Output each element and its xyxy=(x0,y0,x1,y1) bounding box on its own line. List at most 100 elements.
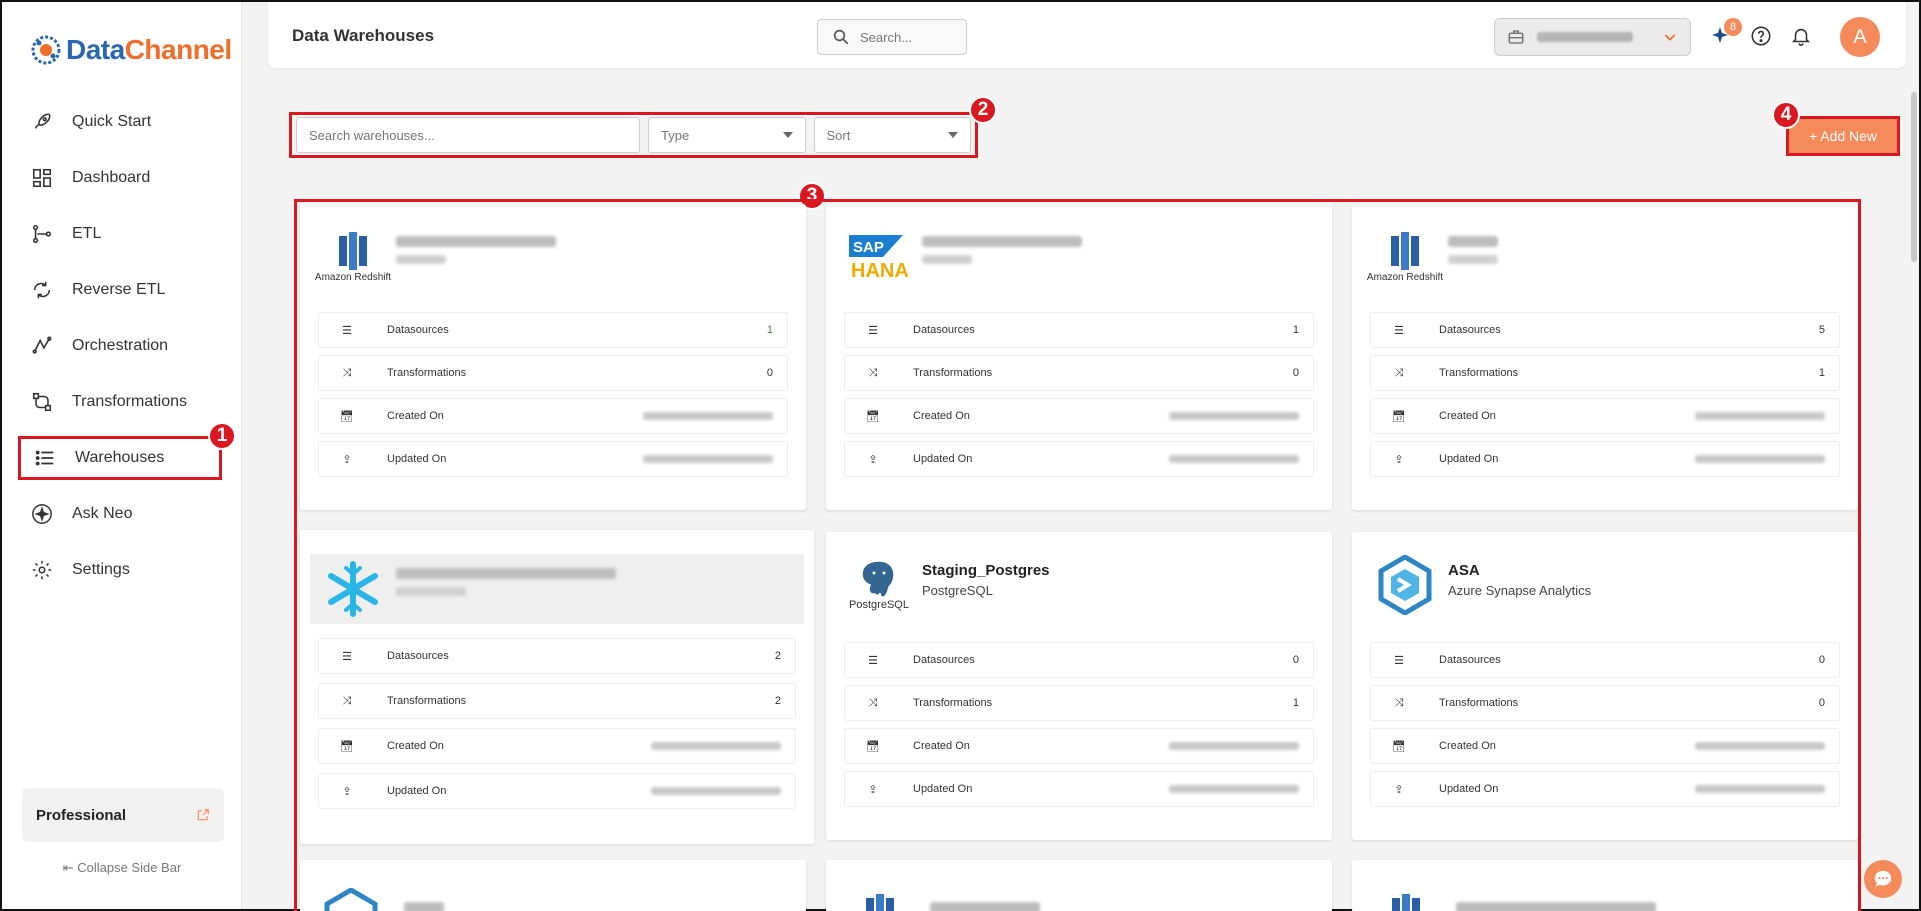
warehouse-card-partial[interactable] xyxy=(826,860,1332,911)
upload-icon: ⇪ xyxy=(1394,453,1404,466)
list-icon: ☰ xyxy=(342,650,352,663)
top-header: Data Warehouses 8 A xyxy=(268,2,1906,68)
warehouse-search-input[interactable] xyxy=(296,117,640,153)
chat-bubble-icon xyxy=(1874,870,1892,887)
list-icon: ☰ xyxy=(868,324,878,337)
amazon-redshift-logo: Amazon Redshift xyxy=(1362,226,1448,288)
card-title-redacted xyxy=(930,902,1040,911)
row-label: Created On xyxy=(1439,740,1496,752)
help-icon[interactable] xyxy=(1749,24,1773,48)
row-label: Transformations xyxy=(913,367,993,379)
card-header: PostgreSQL Staging_Postgres PostgreSQL xyxy=(836,554,1322,616)
workspace-selector[interactable] xyxy=(1494,18,1691,56)
etl-icon xyxy=(30,222,54,246)
datasources-row: ☰ Datasources 2 xyxy=(318,638,796,674)
list-icon: ☰ xyxy=(1394,324,1404,337)
row-label: Updated On xyxy=(913,453,973,465)
row-label: Transformations xyxy=(1439,367,1519,379)
row-label: Created On xyxy=(387,410,444,422)
warehouse-card-partial[interactable] xyxy=(1352,860,1858,911)
row-label: Transformations xyxy=(387,367,467,379)
row-label: Updated On xyxy=(387,453,447,465)
datasources-count: 1 xyxy=(766,324,773,336)
sidebar-item-transformations[interactable]: Transformations xyxy=(2,374,242,430)
global-search[interactable] xyxy=(817,19,967,55)
bell-icon[interactable] xyxy=(1789,24,1813,48)
sidebar-item-warehouses[interactable]: Warehouses xyxy=(18,436,222,480)
warehouse-card[interactable]: ASA Azure Synapse Analytics ☰ Datasources… xyxy=(1352,532,1858,840)
add-new-button[interactable]: + Add New xyxy=(1786,116,1900,156)
warehouse-card[interactable]: PostgreSQL Staging_Postgres PostgreSQL ☰… xyxy=(826,532,1332,840)
warehouse-card[interactable]: Amazon Redshift ☰ Datasources 1 ⤨ Transform… xyxy=(300,204,806,510)
created-date-redacted xyxy=(1695,742,1825,750)
sidebar-item-label: Dashboard xyxy=(72,169,151,186)
card-header: ASA Azure Synapse Analytics xyxy=(1362,554,1848,616)
transformations-count: 1 xyxy=(1818,367,1825,379)
sidebar-item-reverse-etl[interactable]: Reverse ETL xyxy=(2,262,242,318)
updated-row: ⇪ Updated On xyxy=(1370,441,1840,477)
user-avatar[interactable]: A xyxy=(1840,17,1880,57)
updated-date-redacted xyxy=(1169,785,1299,793)
shuffle-icon: ⤨ xyxy=(1394,696,1404,709)
plan-card[interactable]: Professional xyxy=(22,788,224,842)
card-header: SAP HANA xyxy=(836,226,1322,288)
shuffle-icon: ⤨ xyxy=(868,366,878,379)
warehouse-card[interactable]: SAP HANA ☰ Datasources 1 ⤨ Transformations 0 … xyxy=(826,204,1332,510)
created-date-redacted xyxy=(651,742,781,750)
warehouse-card[interactable]: ☰ Datasources 2 ⤨ Transformations 2 📅︎ Create… xyxy=(300,530,814,844)
updated-date-redacted xyxy=(643,455,773,463)
sidebar-item-orchestration[interactable]: Orchestration xyxy=(2,318,242,374)
sidebar-item-ask-neo[interactable]: Ask Neo xyxy=(2,486,242,542)
sidebar-item-label: Settings xyxy=(72,561,130,578)
datachannel-logo[interactable]: DataChannel xyxy=(30,34,232,66)
logo-label: Amazon Redshift xyxy=(1366,271,1444,283)
collapse-sidebar-button[interactable]: ⇤ Collapse Side Bar xyxy=(2,860,242,876)
reverse-etl-icon xyxy=(30,278,54,302)
sidebar-item-etl[interactable]: ETL xyxy=(2,206,242,262)
row-label: Transformations xyxy=(1439,697,1519,709)
sort-dropdown[interactable]: Sort xyxy=(813,117,972,153)
global-search-input[interactable] xyxy=(860,29,950,45)
sidebar-item-settings[interactable]: Settings xyxy=(2,542,242,598)
sort-dropdown-label: Sort xyxy=(826,127,851,143)
caret-down-icon xyxy=(782,132,793,138)
row-label: Transformations xyxy=(387,695,467,707)
sidebar-item-quick-start[interactable]: Quick Start xyxy=(2,94,242,150)
updated-date-redacted xyxy=(1695,455,1825,463)
external-link-icon[interactable] xyxy=(196,808,210,822)
annotation-marker-4: 4 xyxy=(1772,101,1800,129)
created-row: 📅︎ Created On xyxy=(844,398,1314,434)
warehouse-card-partial[interactable] xyxy=(300,860,806,911)
row-label: Transformations xyxy=(913,697,993,709)
collapse-icon: ⇤ xyxy=(62,860,78,875)
transformations-row: ⤨ Transformations 2 xyxy=(318,683,796,719)
transformations-row: ⤨ Transformations 0 xyxy=(844,355,1314,391)
datasources-row: ☰ Datasources 1 xyxy=(844,312,1314,348)
sidebar-item-dashboard[interactable]: Dashboard xyxy=(2,150,242,206)
warehouse-card[interactable]: Amazon Redshift ☰ Datasources 5 ⤨ Transform… xyxy=(1352,204,1858,510)
page-scrollbar[interactable] xyxy=(1911,92,1917,262)
calendar-icon: 📅︎ xyxy=(340,740,354,753)
type-dropdown[interactable]: Type xyxy=(647,117,806,153)
transformations-row: ⤨ Transformations 1 xyxy=(1370,355,1840,391)
amazon-redshift-logo: Amazon Redshift xyxy=(310,226,396,288)
chat-button[interactable] xyxy=(1864,860,1902,898)
created-row: 📅︎ Created On xyxy=(1370,398,1840,434)
card-title-block xyxy=(1448,236,1498,264)
row-label: Datasources xyxy=(913,654,975,666)
card-title-redacted xyxy=(1456,902,1656,911)
amazon-redshift-logo xyxy=(866,894,894,911)
transformations-row: ⤨ Transformations 0 xyxy=(318,355,788,391)
sidebar-item-label: Reverse ETL xyxy=(72,281,166,298)
dashboard-icon xyxy=(30,166,54,190)
card-subtitle-redacted xyxy=(396,587,466,596)
sparkle-icon xyxy=(30,502,54,526)
datasources-count: 5 xyxy=(1818,324,1825,336)
logo-label: PostgreSQL xyxy=(849,599,909,611)
calendar-icon: 📅︎ xyxy=(866,410,880,423)
created-row: 📅︎ Created On xyxy=(318,728,796,764)
card-title-redacted xyxy=(396,568,616,579)
sidebar: DataChannel Quick Start Dashboard ETL Re… xyxy=(2,2,242,909)
filter-bar: Type Sort xyxy=(289,112,978,158)
datasources-row: ☰ Datasources 0 xyxy=(844,642,1314,678)
